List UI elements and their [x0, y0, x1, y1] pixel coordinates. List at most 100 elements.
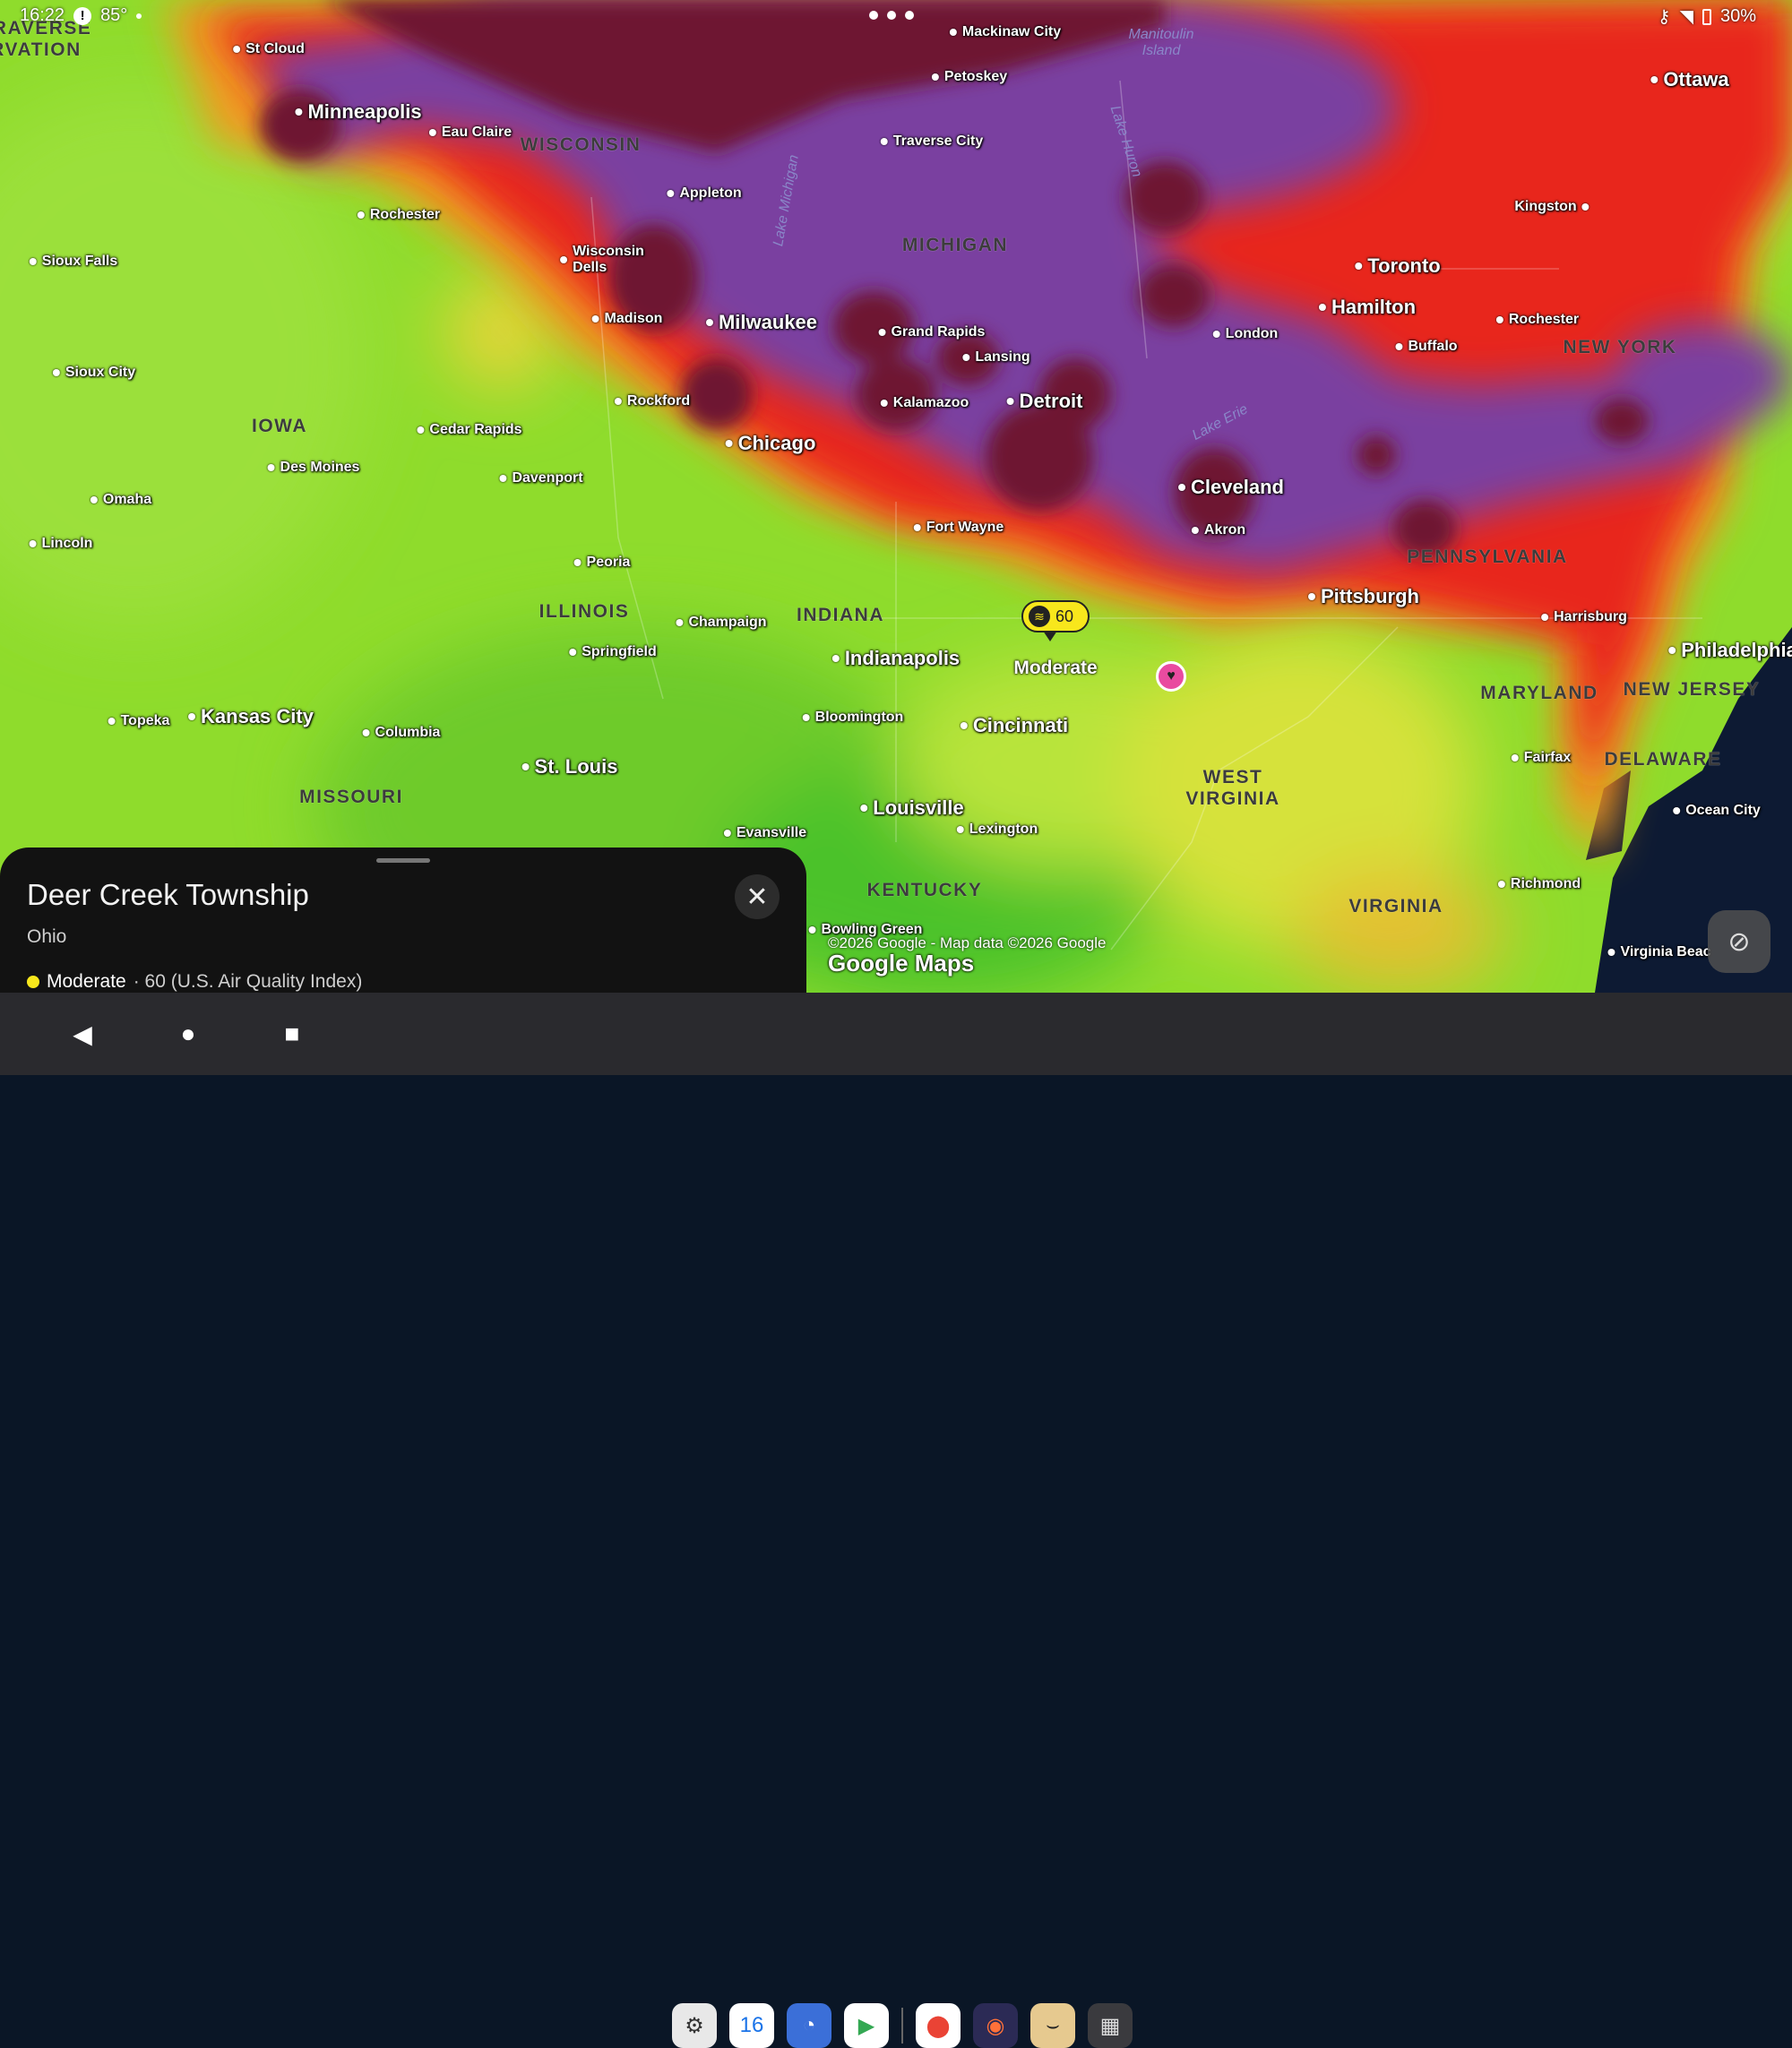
aqi-marker-value: 60 [1055, 607, 1074, 625]
wifi-icon: ◥ [1679, 7, 1693, 27]
city-dot-icon [560, 256, 568, 263]
city-dot-icon [1395, 343, 1403, 350]
city-name: Bloomington [814, 710, 904, 725]
city-name: Cleveland [1191, 476, 1284, 498]
clock-app-icon[interactable]: ◔ [787, 2003, 831, 2048]
city-label[interactable]: Harrisburg [1541, 609, 1627, 625]
city-label[interactable]: Lansing [962, 349, 1030, 366]
city-label[interactable]: Indianapolis [831, 649, 960, 668]
calendar-app-icon[interactable]: 16 [729, 2003, 774, 2048]
city-dot-icon [960, 722, 968, 729]
city-label[interactable]: Evansville [723, 825, 806, 841]
city-label[interactable]: Ocean City [1673, 803, 1761, 819]
city-label[interactable]: Rochester [1495, 312, 1579, 328]
city-label[interactable]: Akron [1191, 522, 1245, 538]
state-label: WISCONSIN [520, 134, 642, 155]
city-name: Pittsburgh [1321, 585, 1419, 607]
city-label[interactable]: Springfield [569, 644, 657, 660]
city-label[interactable]: Eau Claire [428, 125, 512, 141]
app-drawer-icon[interactable]: ▦ [1088, 2003, 1133, 2048]
maps-app-icon[interactable]: ⬤ [916, 2003, 961, 2048]
city-label[interactable]: Traverse City [880, 133, 983, 150]
city-label[interactable]: Chicago [725, 434, 815, 453]
city-label[interactable]: Virginia Beac [1607, 944, 1711, 960]
city-label[interactable]: St. Louis [521, 757, 617, 777]
city-label[interactable]: Lincoln [29, 536, 92, 552]
city-label[interactable]: Bloomington [802, 710, 904, 726]
city-dot-icon [188, 713, 196, 720]
city-label[interactable]: Pittsburgh [1308, 585, 1419, 607]
city-label[interactable]: Columbia [362, 725, 440, 741]
air-quality-map[interactable]: St Cloud Minneapolis Eau Claire Rochester Si… [0, 0, 1792, 993]
city-label[interactable]: Kalamazoo [880, 395, 969, 411]
city-dot-icon [1581, 203, 1590, 211]
aqi-status-dot [27, 976, 39, 988]
city-label[interactable]: Fort Wayne [913, 520, 1004, 536]
city-label[interactable]: Louisville [860, 798, 964, 818]
city-label[interactable]: Davenport [499, 470, 583, 486]
city-label[interactable]: Rochester [357, 207, 440, 223]
place-bottom-sheet[interactable]: Deer Creek Township Ohio Moderate · 60 (… [0, 848, 806, 993]
air-quality-icon: ≋ [1029, 606, 1050, 627]
city-label[interactable]: Peoria [573, 555, 630, 571]
city-name: Cincinnati [972, 714, 1069, 736]
city-label[interactable]: Detroit [1006, 392, 1082, 411]
city-label[interactable]: Philadelphia [1668, 639, 1792, 661]
city-dot-icon [1650, 76, 1658, 83]
city-label[interactable]: Wisconsin Dells [560, 244, 644, 276]
city-label[interactable]: Rockford [614, 393, 690, 409]
city-dot-icon [233, 46, 241, 53]
state-label: KENTUCKY [866, 880, 983, 900]
city-label[interactable]: London [1212, 326, 1278, 342]
city-label[interactable]: Des Moines [267, 460, 359, 476]
recents-icon[interactable]: ■ [272, 1014, 312, 1054]
city-label[interactable]: Sioux City [52, 365, 135, 381]
city-label[interactable]: Kansas City [188, 707, 314, 727]
city-label[interactable]: Omaha [90, 492, 151, 508]
firefox-app-icon[interactable]: ◉ [973, 2003, 1018, 2048]
city-label[interactable]: Ottawa [1650, 70, 1729, 90]
city-label[interactable]: Minneapolis [295, 102, 422, 122]
play-store-app-icon[interactable]: ▶ [844, 2003, 889, 2048]
home-icon[interactable]: ● [168, 1014, 208, 1054]
sheet-drag-handle[interactable] [376, 858, 430, 863]
city-label[interactable]: Madison [591, 311, 662, 327]
city-label[interactable]: Buffalo [1395, 339, 1458, 355]
city-name: Philadelphia [1681, 639, 1792, 661]
city-label[interactable]: Kingston [1514, 199, 1590, 215]
city-dot-icon [90, 496, 98, 503]
place-title: Deer Creek Township [27, 878, 309, 911]
city-label[interactable]: Champaign [676, 615, 767, 631]
city-label[interactable]: Hamilton [1318, 297, 1416, 317]
window-options-handle[interactable] [869, 11, 914, 20]
back-icon[interactable]: ◀ [63, 1014, 102, 1054]
aqi-marker[interactable]: ≋ 60 [1021, 600, 1090, 641]
city-label[interactable]: Grand Rapids [878, 324, 985, 340]
state-label: DELAWARE [1604, 749, 1722, 770]
settings-app-icon[interactable]: ⚙ [672, 2003, 717, 2048]
city-name: Buffalo [1408, 339, 1458, 354]
city-dot-icon [831, 655, 840, 662]
city-label[interactable]: Cincinnati [960, 714, 1069, 736]
city-label[interactable]: St Cloud [233, 41, 305, 57]
close-button[interactable]: ✕ [735, 874, 780, 919]
city-dot-icon [860, 805, 868, 812]
aqi-level: Moderate [47, 971, 126, 992]
city-label[interactable]: Topeka [108, 713, 169, 729]
city-label[interactable]: Cedar Rapids [417, 422, 522, 438]
city-label[interactable]: Toronto [1355, 256, 1441, 276]
heart-icon[interactable]: ♥ [1156, 661, 1186, 692]
city-dot-icon [295, 108, 303, 116]
city-label[interactable]: Sioux Falls [29, 254, 117, 270]
city-label[interactable]: Lexington [956, 822, 1038, 838]
my-location-button[interactable]: ⊘ [1708, 910, 1770, 973]
state-label: MISSOURI [299, 787, 403, 807]
city-label[interactable]: Richmond [1497, 876, 1581, 892]
city-label[interactable]: Cleveland [1178, 476, 1284, 498]
amazon-app-icon[interactable]: ⌣ [1030, 2003, 1075, 2048]
city-dot-icon [1318, 304, 1326, 311]
city-label[interactable]: Fairfax [1511, 750, 1571, 766]
city-label[interactable]: Appleton [667, 185, 742, 202]
city-label[interactable]: Milwaukee [705, 313, 817, 332]
city-label[interactable]: Petoskey [931, 69, 1007, 85]
